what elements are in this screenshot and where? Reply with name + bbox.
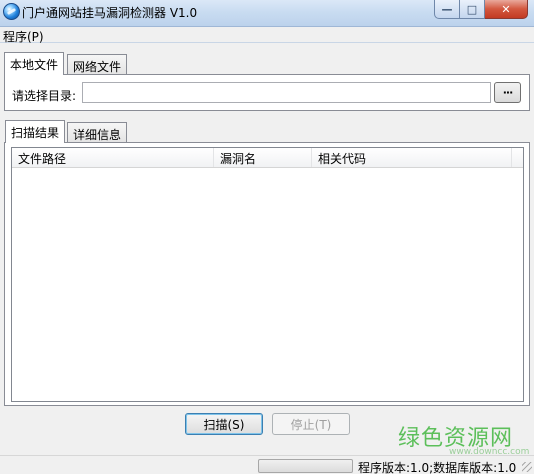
column-header-file-path[interactable]: 文件路径 xyxy=(12,148,214,167)
results-list-header: 文件路径 漏洞名 相关代码 xyxy=(12,148,523,168)
tab-scan-results[interactable]: 扫描结果 xyxy=(5,120,66,143)
window-title: 门户通网站挂马漏洞检测器 V1.0 xyxy=(22,6,198,20)
menu-bar: 程序(P) xyxy=(0,27,534,44)
watermark-url: www.downcc.com xyxy=(449,447,530,457)
tab-local-files[interactable]: 本地文件 xyxy=(4,52,65,75)
minimize-button[interactable]: — xyxy=(434,0,460,19)
stop-button[interactable]: 停止(T) xyxy=(272,413,350,435)
resize-grip-icon[interactable] xyxy=(522,462,532,472)
scan-progress-bar xyxy=(258,459,353,473)
scan-button[interactable]: 扫描(S) xyxy=(185,413,263,435)
version-info: 程序版本:1.0;数据库版本:1.0 xyxy=(358,461,517,474)
tab-network-files[interactable]: 网络文件 xyxy=(67,54,128,75)
browse-button[interactable]: ··· xyxy=(494,82,521,103)
tab-details[interactable]: 详细信息 xyxy=(67,122,128,143)
column-header-vuln-name[interactable]: 漏洞名 xyxy=(214,148,312,167)
results-list[interactable]: 文件路径 漏洞名 相关代码 xyxy=(11,147,524,402)
column-header-related-code[interactable]: 相关代码 xyxy=(312,148,512,167)
main-content: 本地文件 网络文件 请选择目录: ··· 扫描结果 详细信息 文件路径 漏洞名 … xyxy=(0,43,534,455)
maximize-button[interactable]: □ xyxy=(460,0,485,19)
app-icon[interactable] xyxy=(3,3,20,20)
close-button[interactable]: ✕ xyxy=(485,0,528,19)
title-bar[interactable]: 门户通网站挂马漏洞检测器 V1.0 — □ ✕ xyxy=(0,0,534,27)
window-controls: — □ ✕ xyxy=(434,0,528,19)
directory-label: 请选择目录: xyxy=(12,89,77,103)
directory-input[interactable] xyxy=(82,82,491,103)
status-bar: 程序版本:1.0;数据库版本:1.0 xyxy=(0,455,534,474)
